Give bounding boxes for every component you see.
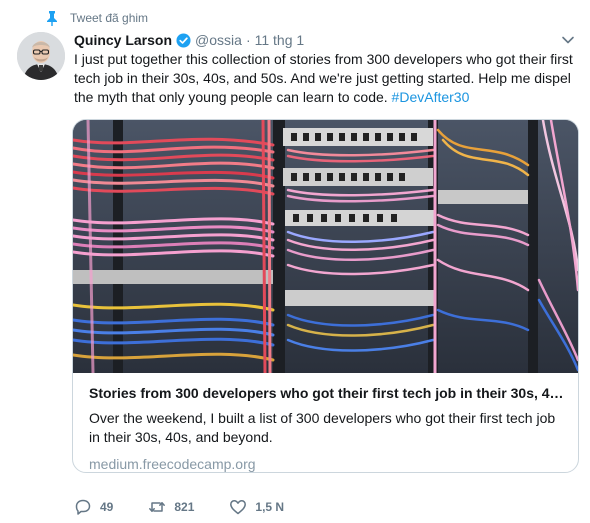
avatar[interactable]	[17, 32, 65, 80]
card-image	[73, 120, 578, 373]
author-name[interactable]: Quincy Larson	[74, 32, 172, 48]
header-separator: ·	[245, 32, 251, 48]
verified-badge-icon	[176, 32, 191, 48]
retweet-button[interactable]: 821	[148, 498, 194, 516]
card-title: Stories from 300 developers who got thei…	[89, 385, 564, 401]
like-button[interactable]: 1,5 N	[229, 498, 284, 516]
retweet-count: 821	[174, 500, 195, 514]
tweet-text: I just put together this collection of s…	[74, 50, 574, 107]
reply-icon	[75, 499, 91, 515]
pinned-tweet-label-row: Tweet đã ghim	[44, 10, 148, 26]
reply-count: 49	[100, 500, 114, 514]
card-domain: medium.freecodecamp.org	[89, 456, 256, 472]
card-body: Stories from 300 developers who got thei…	[89, 384, 564, 472]
heart-icon	[230, 500, 247, 515]
link-preview-card[interactable]: Stories from 300 developers who got thei…	[72, 119, 579, 473]
hashtag-link[interactable]: #DevAfter30	[392, 89, 470, 105]
like-count: 1,5 N	[255, 500, 285, 514]
author-handle[interactable]: @ossia	[195, 32, 242, 48]
retweet-icon	[149, 502, 166, 512]
tweet-timestamp[interactable]: 11 thg 1	[255, 32, 305, 48]
pin-icon	[47, 11, 57, 26]
pinned-label: Tweet đã ghim	[70, 11, 149, 25]
reply-button[interactable]: 49	[74, 498, 113, 516]
tweet-body: I just put together this collection of s…	[74, 51, 573, 105]
chevron-down-icon[interactable]	[560, 32, 576, 48]
tweet-actions: 49 821 1,5 N	[74, 497, 284, 517]
tweet-header: Quincy Larson @ossia · 11 thg 1	[74, 31, 576, 49]
avatar-image	[17, 32, 65, 80]
card-description: Over the weekend, I built a list of 300 …	[89, 410, 556, 445]
